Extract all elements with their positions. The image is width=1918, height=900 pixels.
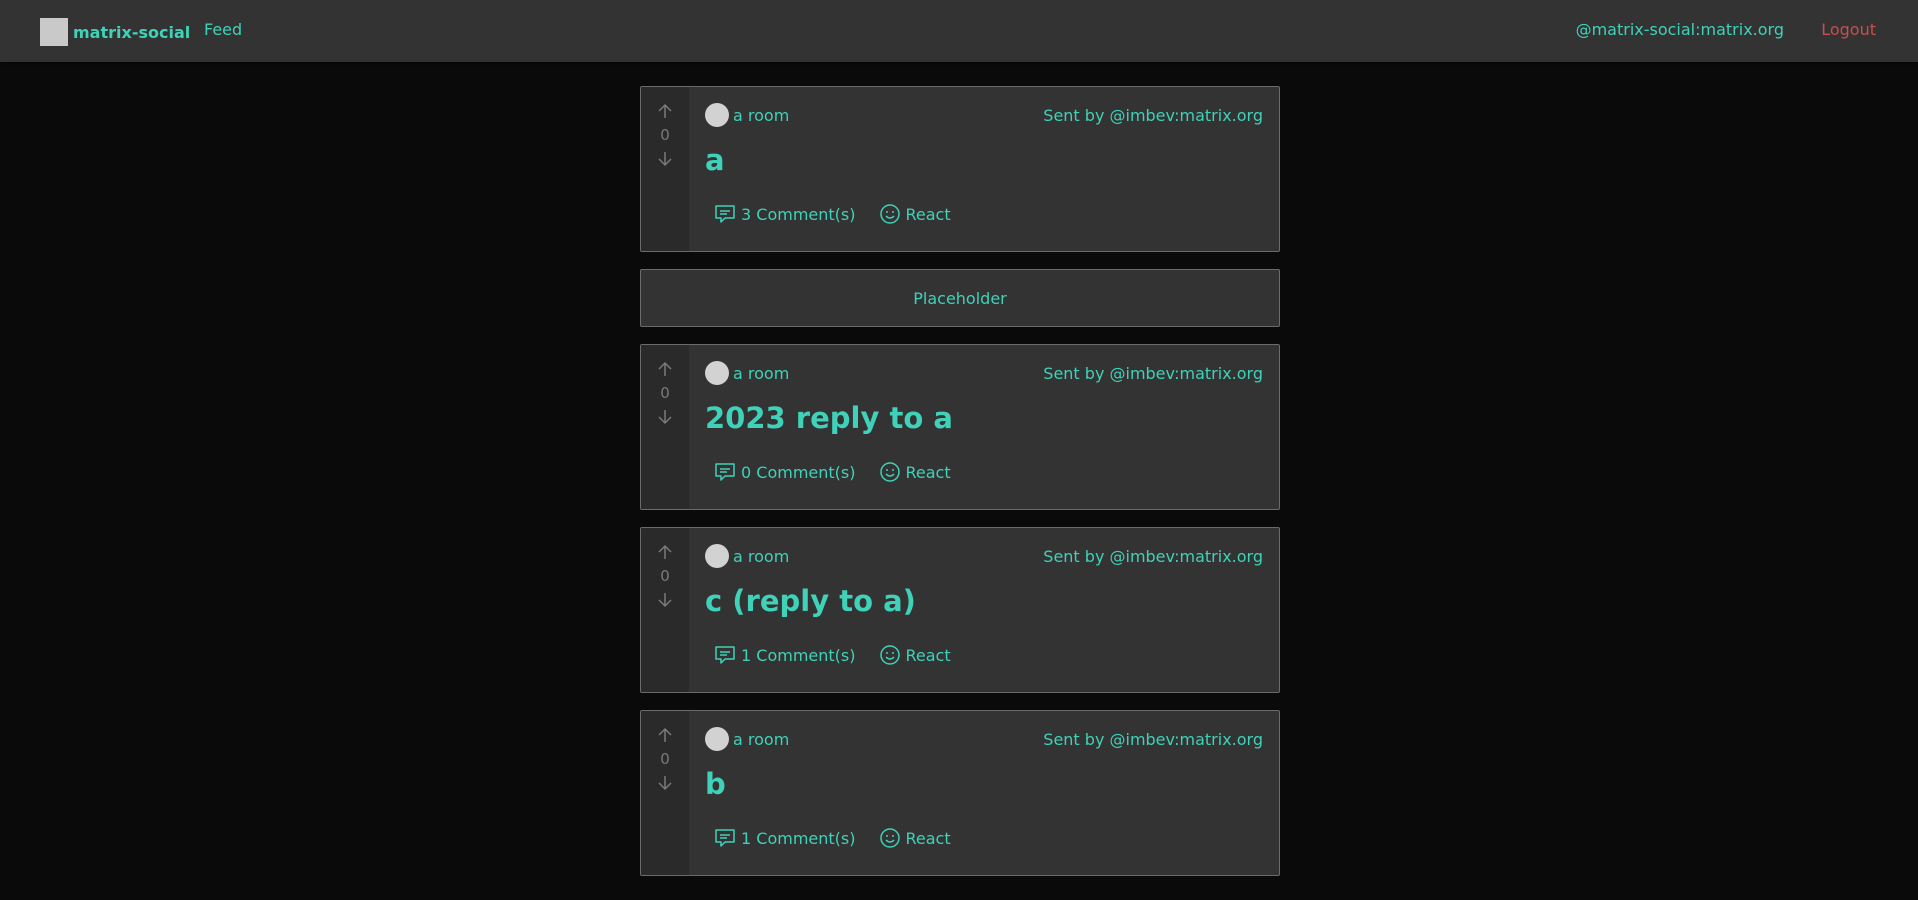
brand-name: matrix-social <box>73 22 191 42</box>
post-header: a room Sent by @imbev:matrix.org <box>705 543 1263 569</box>
post-actions: 1 Comment(s) React <box>713 644 975 666</box>
comments-count: 1 Comment(s) <box>741 645 856 665</box>
room-link[interactable]: a room <box>705 727 789 751</box>
sender-link[interactable]: Sent by @imbev:matrix.org <box>1043 547 1263 566</box>
downvote-button[interactable] <box>653 771 677 795</box>
arrow-down-icon <box>658 410 672 425</box>
vote-column: 0 <box>641 345 689 509</box>
arrow-down-icon <box>658 593 672 608</box>
post-title[interactable]: 2023 reply to a <box>705 401 953 435</box>
comment-icon <box>715 829 735 847</box>
comment-icon <box>715 205 735 223</box>
upvote-button[interactable] <box>653 357 677 381</box>
comments-button[interactable]: 3 Comment(s) <box>713 203 855 225</box>
vote-count: 0 <box>660 750 670 768</box>
downvote-button[interactable] <box>653 147 677 171</box>
post-actions: 3 Comment(s) React <box>713 203 975 225</box>
comments-button[interactable]: 1 Comment(s) <box>713 827 855 849</box>
vote-count: 0 <box>660 384 670 402</box>
post-title[interactable]: a <box>705 143 725 177</box>
arrow-up-icon <box>658 103 672 118</box>
react-button[interactable]: React <box>879 461 951 483</box>
sender-link[interactable]: Sent by @imbev:matrix.org <box>1043 106 1263 125</box>
post-body: a room Sent by @imbev:matrix.org a 3 Com… <box>689 87 1279 251</box>
post-actions: 0 Comment(s) React <box>713 461 975 483</box>
react-label: React <box>905 828 951 848</box>
post-card: 0 a room Sent by @imbev:matrix.org c (re… <box>640 527 1280 693</box>
post-header: a room Sent by @imbev:matrix.org <box>705 360 1263 386</box>
react-label: React <box>905 645 951 665</box>
sender-link[interactable]: Sent by @imbev:matrix.org <box>1043 364 1263 383</box>
post-header: a room Sent by @imbev:matrix.org <box>705 726 1263 752</box>
comments-count: 0 Comment(s) <box>741 462 856 482</box>
arrow-up-icon <box>658 361 672 376</box>
room-name: a room <box>733 729 790 749</box>
feed: 0 a room Sent by @imbev:matrix.org a 3 C… <box>640 86 1280 893</box>
arrow-down-icon <box>658 776 672 791</box>
react-label: React <box>905 462 951 482</box>
upvote-button[interactable] <box>653 540 677 564</box>
upvote-button[interactable] <box>653 723 677 747</box>
room-link[interactable]: a room <box>705 361 789 385</box>
vote-count: 0 <box>660 126 670 144</box>
comment-icon <box>715 463 735 481</box>
room-name: a room <box>733 546 790 566</box>
nav-feed-link[interactable]: Feed <box>204 20 242 39</box>
comments-button[interactable]: 0 Comment(s) <box>713 461 855 483</box>
room-link[interactable]: a room <box>705 544 789 568</box>
room-avatar <box>705 361 729 385</box>
arrow-up-icon <box>658 544 672 559</box>
vote-count: 0 <box>660 567 670 585</box>
downvote-button[interactable] <box>653 588 677 612</box>
post-card: 0 a room Sent by @imbev:matrix.org 2023 … <box>640 344 1280 510</box>
smiley-icon <box>880 204 901 224</box>
comments-button[interactable]: 1 Comment(s) <box>713 644 855 666</box>
vote-column: 0 <box>641 711 689 875</box>
post-title[interactable]: c (reply to a) <box>705 584 916 618</box>
react-button[interactable]: React <box>879 644 951 666</box>
post-body: a room Sent by @imbev:matrix.org b 1 Com… <box>689 711 1279 875</box>
downvote-button[interactable] <box>653 405 677 429</box>
post-actions: 1 Comment(s) React <box>713 827 975 849</box>
react-button[interactable]: React <box>879 827 951 849</box>
comment-icon <box>715 646 735 664</box>
comments-count: 1 Comment(s) <box>741 828 856 848</box>
upvote-button[interactable] <box>653 99 677 123</box>
room-link[interactable]: a room <box>705 103 789 127</box>
arrow-down-icon <box>658 152 672 167</box>
comments-count: 3 Comment(s) <box>741 204 856 224</box>
user-profile-link[interactable]: @matrix-social:matrix.org <box>1576 20 1784 39</box>
arrow-up-icon <box>658 727 672 742</box>
room-name: a room <box>733 363 790 383</box>
post-card: 0 a room Sent by @imbev:matrix.org b 1 C… <box>640 710 1280 876</box>
vote-column: 0 <box>641 528 689 692</box>
post-body: a room Sent by @imbev:matrix.org 2023 re… <box>689 345 1279 509</box>
room-avatar <box>705 544 729 568</box>
post-body: a room Sent by @imbev:matrix.org c (repl… <box>689 528 1279 692</box>
room-name: a room <box>733 105 790 125</box>
brand-logo <box>40 18 68 46</box>
smiley-icon <box>880 462 901 482</box>
post-card: 0 a room Sent by @imbev:matrix.org a 3 C… <box>640 86 1280 252</box>
sender-link[interactable]: Sent by @imbev:matrix.org <box>1043 730 1263 749</box>
top-navbar: matrix-social Feed @matrix-social:matrix… <box>0 0 1918 62</box>
placeholder-card: Placeholder <box>640 269 1280 327</box>
room-avatar <box>705 727 729 751</box>
post-title[interactable]: b <box>705 767 726 801</box>
room-avatar <box>705 103 729 127</box>
smiley-icon <box>880 828 901 848</box>
vote-column: 0 <box>641 87 689 251</box>
smiley-icon <box>880 645 901 665</box>
brand-link[interactable]: matrix-social <box>40 18 191 46</box>
post-header: a room Sent by @imbev:matrix.org <box>705 102 1263 128</box>
react-label: React <box>905 204 951 224</box>
react-button[interactable]: React <box>879 203 951 225</box>
logout-link[interactable]: Logout <box>1821 20 1876 39</box>
